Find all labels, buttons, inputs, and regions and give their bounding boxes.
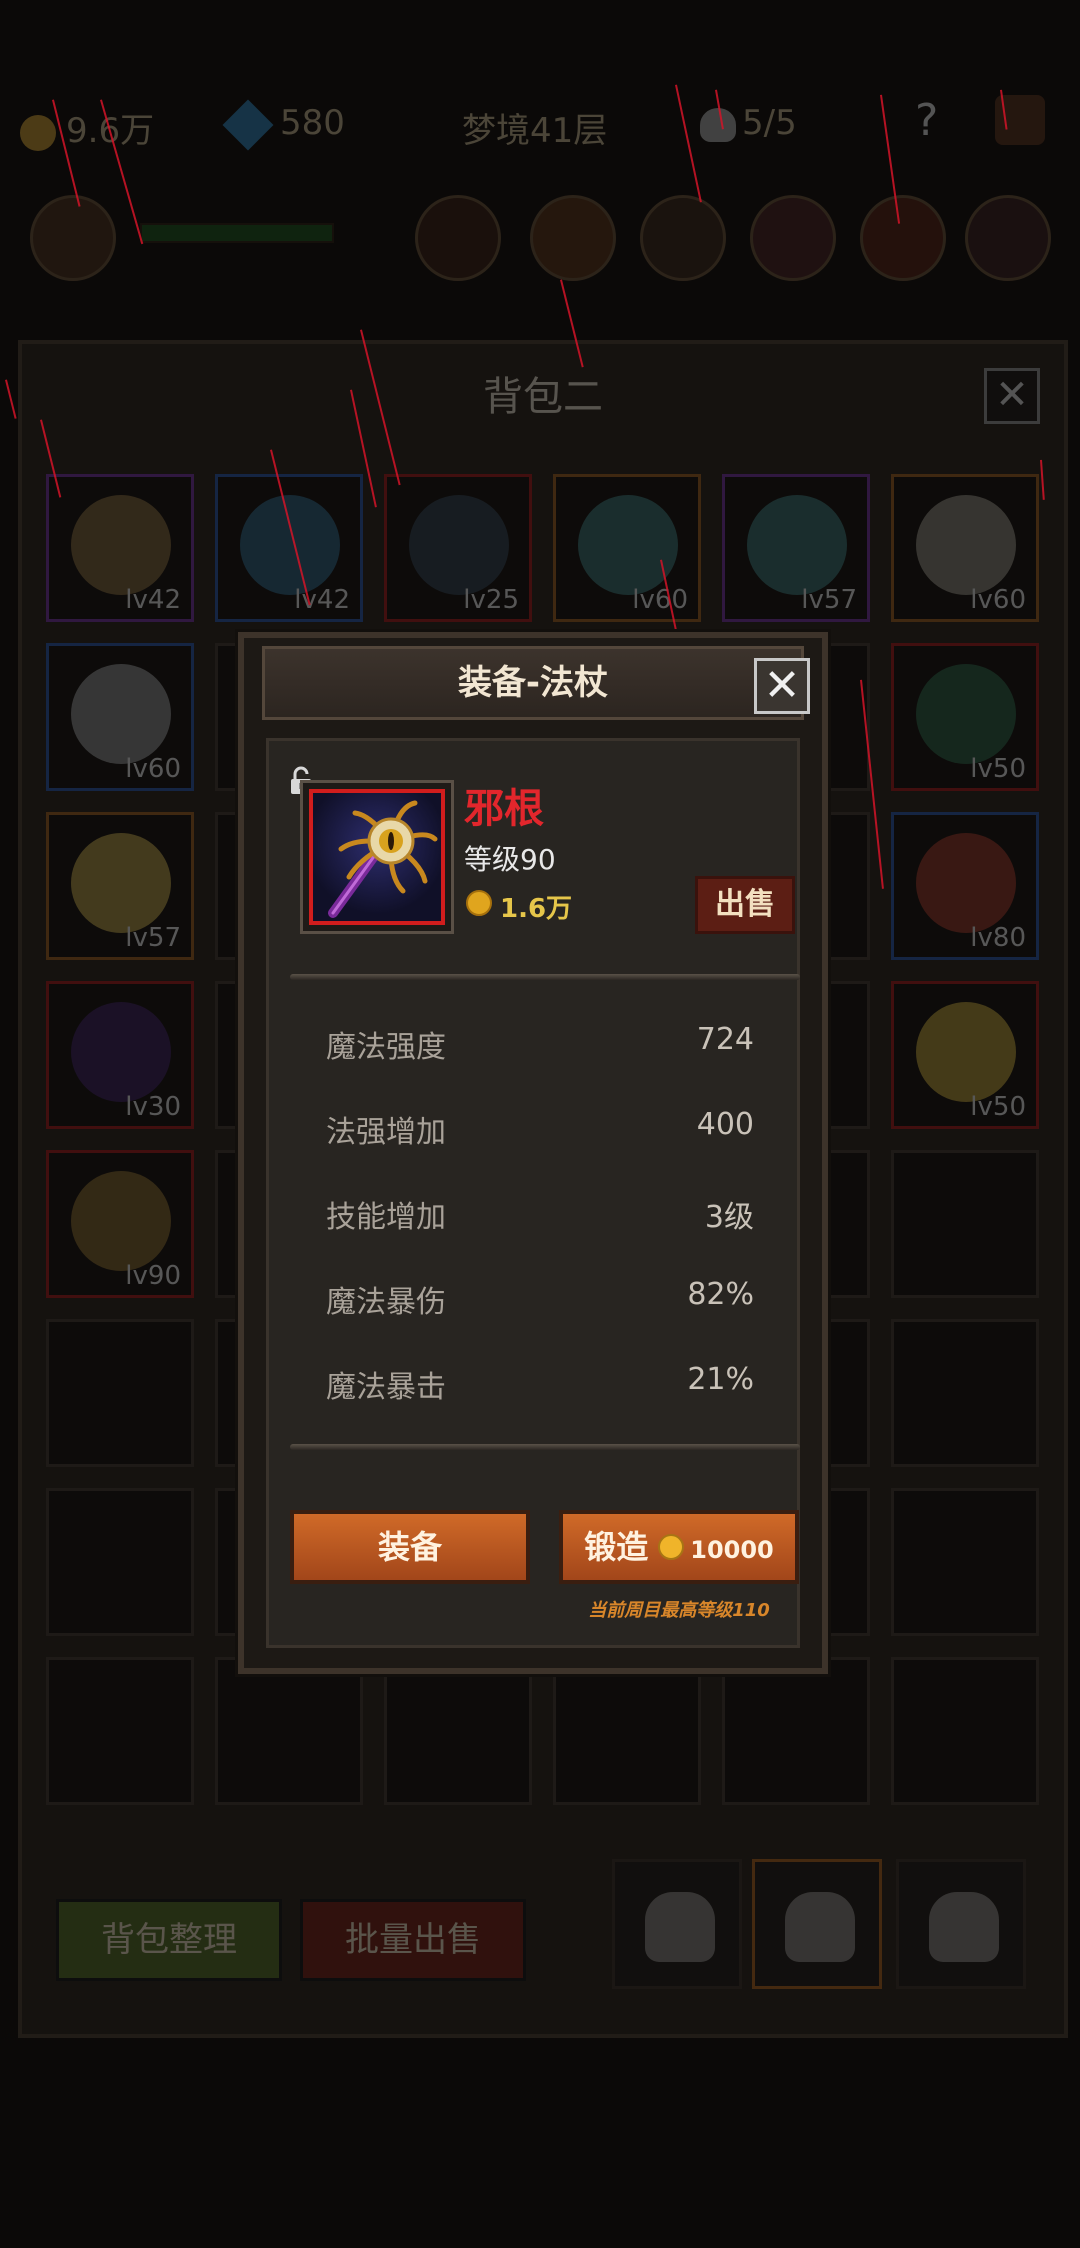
rain-streak xyxy=(270,449,311,606)
stat-value: 724 xyxy=(696,1022,754,1057)
stat-value: 400 xyxy=(696,1107,754,1142)
rain-streak xyxy=(1040,459,1045,500)
equipment-dialog: 装备-法杖 ✕ 邪根 等级90 1.6万 出售 魔法强度 724 法强增加 40… xyxy=(238,632,828,1674)
staff-icon xyxy=(328,800,438,918)
rain-streak xyxy=(350,389,377,508)
item-price: 1.6万 xyxy=(500,894,573,924)
sell-button[interactable]: 出售 xyxy=(695,876,795,934)
forge-cost: 10000 xyxy=(690,1536,774,1564)
rain-streak xyxy=(880,94,901,224)
stat-value: 82% xyxy=(687,1277,754,1312)
stat-label: 法强增加 xyxy=(326,1115,446,1150)
stat-label: 魔法暴击 xyxy=(326,1370,446,1405)
dialog-title: 装备-法杖 xyxy=(457,663,609,703)
stat-label: 魔法强度 xyxy=(326,1030,446,1065)
rain-streak xyxy=(5,379,17,419)
close-button[interactable]: ✕ xyxy=(754,658,810,714)
rain-streak xyxy=(1000,89,1008,130)
rain-streak xyxy=(100,99,144,245)
rain-streak xyxy=(560,279,584,368)
stat-value: 3级 xyxy=(704,1200,754,1235)
item-icon-frame xyxy=(300,780,454,934)
rain-streak xyxy=(715,89,724,130)
rain-streak xyxy=(860,679,884,889)
stat-label: 魔法暴伤 xyxy=(326,1285,446,1320)
stat-value: 21% xyxy=(687,1362,754,1397)
item-name: 邪根 xyxy=(464,786,544,832)
divider xyxy=(290,974,800,980)
rain-streak xyxy=(675,84,702,203)
rain-streak xyxy=(52,99,81,207)
forge-button[interactable]: 锻造 10000 xyxy=(559,1510,799,1584)
rain-streak xyxy=(40,419,62,498)
divider xyxy=(290,1444,800,1450)
stat-label: 技能增加 xyxy=(326,1200,446,1235)
item-level: 等级90 xyxy=(464,843,556,876)
gold-coin-icon xyxy=(658,1534,685,1560)
dialog-header: 装备-法杖 xyxy=(262,646,804,720)
item-icon xyxy=(309,789,445,925)
forge-label: 锻造 xyxy=(584,1528,649,1566)
equip-button[interactable]: 装备 xyxy=(290,1510,530,1584)
gold-coin-icon xyxy=(466,890,492,916)
max-level-note: 当前周目最高等级110 xyxy=(588,1600,770,1621)
